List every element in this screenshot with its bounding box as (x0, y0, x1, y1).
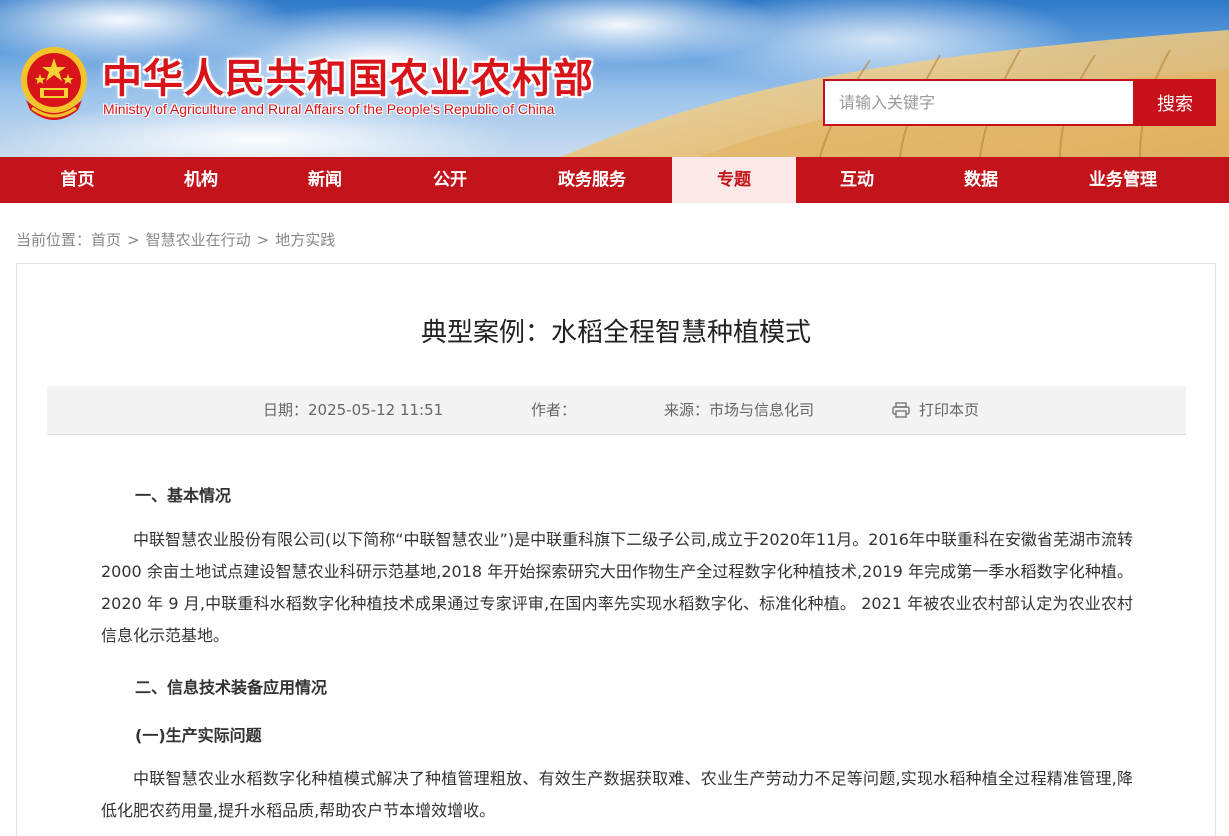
search-input[interactable] (823, 79, 1135, 126)
breadcrumb-local-practice[interactable]: 地方实践 (275, 231, 335, 249)
article-author: 作者： (531, 401, 577, 419)
article-date: 日期：2025-05-12 11:51 (263, 401, 444, 419)
article-meta-bar: 日期：2025-05-12 11:51 作者： 来源：市场与信息化司 打印本页 (47, 386, 1186, 435)
paragraph-basic-info: 中联智慧农业股份有限公司(以下简称“中联智慧农业”)是中联重科旗下二级子公司,成… (101, 530, 1133, 645)
nav-item-services[interactable]: 政务服务 (512, 157, 672, 203)
nav-item-interaction[interactable]: 互动 (796, 157, 918, 203)
nav-item-topics[interactable]: 专题 (672, 157, 796, 203)
site-title-en: Ministry of Agriculture and Rural Affair… (103, 101, 555, 117)
nav-item-data[interactable]: 数据 (920, 157, 1042, 203)
article-panel: 典型案例：水稻全程智慧种植模式 日期：2025-05-12 11:51 作者： … (16, 263, 1216, 836)
breadcrumb-smart-agriculture[interactable]: 智慧农业在行动 (146, 231, 251, 249)
article-title: 典型案例：水稻全程智慧种植模式 (420, 318, 811, 348)
printer-icon[interactable] (892, 402, 910, 418)
breadcrumb: 当前位置：首页 > 智慧农业在行动 > 地方实践 (16, 229, 335, 250)
paragraph-problems: 中联智慧农业水稻数字化种植模式解决了种植管理粗放、有效生产数据获取难、农业生产劳… (101, 769, 1133, 820)
nav-item-news[interactable]: 新闻 (264, 157, 386, 203)
nav-item-organization[interactable]: 机构 (140, 157, 262, 203)
breadcrumb-separator: > (127, 231, 140, 249)
print-page-button[interactable]: 打印本页 (919, 386, 979, 435)
nav-item-home[interactable]: 首页 (0, 157, 155, 203)
section-heading-basic: 一、基本情况 (135, 486, 232, 505)
main-nav: 首页 机构 新闻 公开 政务服务 专题 互动 数据 业务管理 (0, 157, 1229, 203)
breadcrumb-prefix: 当前位置： (16, 231, 92, 249)
site-title-cn: 中华人民共和国农业农村部 (102, 55, 594, 102)
article-source: 来源：市场与信息化司 (664, 401, 815, 419)
subsection-heading-problems: (一)生产实际问题 (135, 726, 262, 745)
site-banner: 中华人民共和国农业农村部 Ministry of Agriculture and… (0, 0, 1229, 157)
nav-item-business[interactable]: 业务管理 (1042, 157, 1204, 203)
section-heading-tech: 二、信息技术装备应用情况 (135, 678, 328, 697)
breadcrumb-home[interactable]: 首页 (91, 231, 121, 249)
national-emblem-icon (21, 47, 87, 120)
breadcrumb-separator: > (256, 231, 270, 249)
search-button[interactable]: 搜索 (1134, 79, 1216, 126)
nav-item-public[interactable]: 公开 (388, 157, 512, 203)
